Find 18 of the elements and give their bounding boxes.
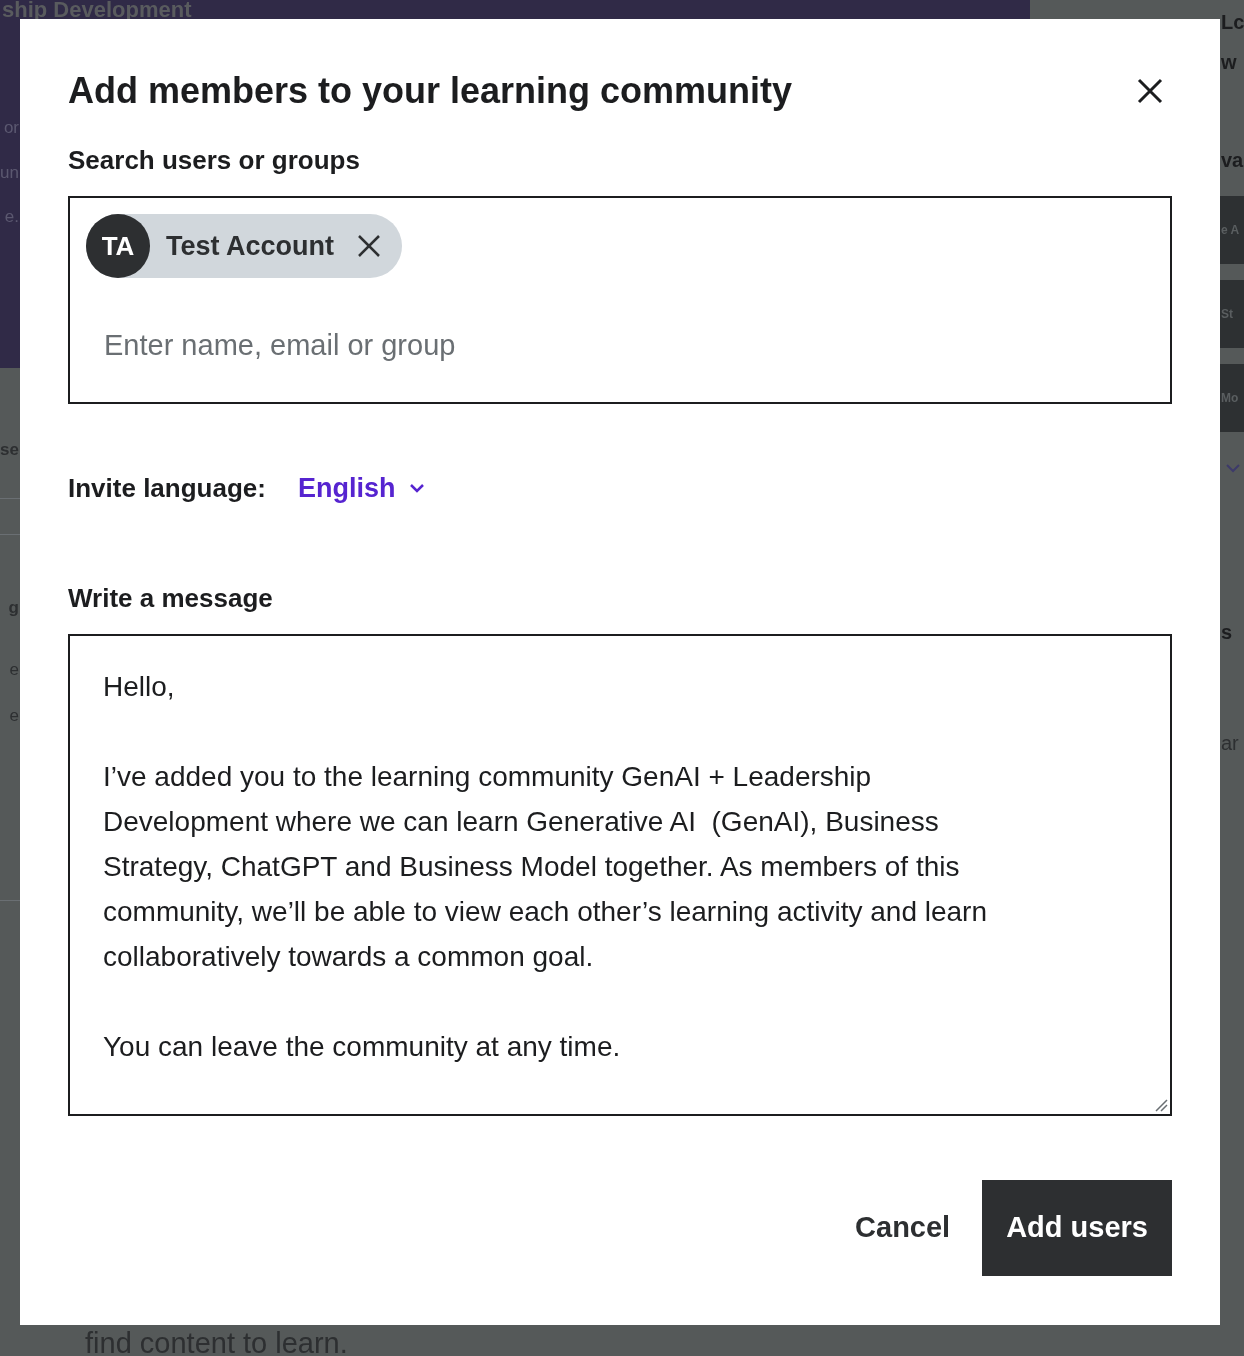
resize-handle-icon[interactable] [1154,1097,1168,1112]
page-text: va [1220,148,1244,173]
page-text: s [1220,620,1234,645]
dialog-title: Add members to your learning community [68,69,793,113]
field-label: Search users or groups [68,144,361,177]
cancel-button[interactable]: Cancel [855,1179,951,1276]
field-label: Write a message [68,581,274,615]
message-field[interactable]: Hello, I’ve added you to the learning community GenAI + Leadership Development where we can learn Generative AI (GenAI), Business Strategy, ChatGPT and Business Model together. As members of this community, we’ll be able to view each other’s learning activity and learn collaboratively towards a common goal. You can leave the community at any time. [68,633,1172,1116]
search-input[interactable]: Enter name, email or group [104,324,1004,368]
language-dropdown[interactable]: English [297,468,426,509]
chip-label: Test Account [166,229,334,263]
chevron-down-icon [1226,464,1240,473]
page-text: Lc [1220,10,1244,35]
add-users-button[interactable]: Add users [982,1179,1172,1276]
page-text: w [1220,50,1238,75]
avatar: TA [86,214,150,278]
chevron-down-icon [409,483,426,494]
field-label: Invite language: [68,471,266,505]
